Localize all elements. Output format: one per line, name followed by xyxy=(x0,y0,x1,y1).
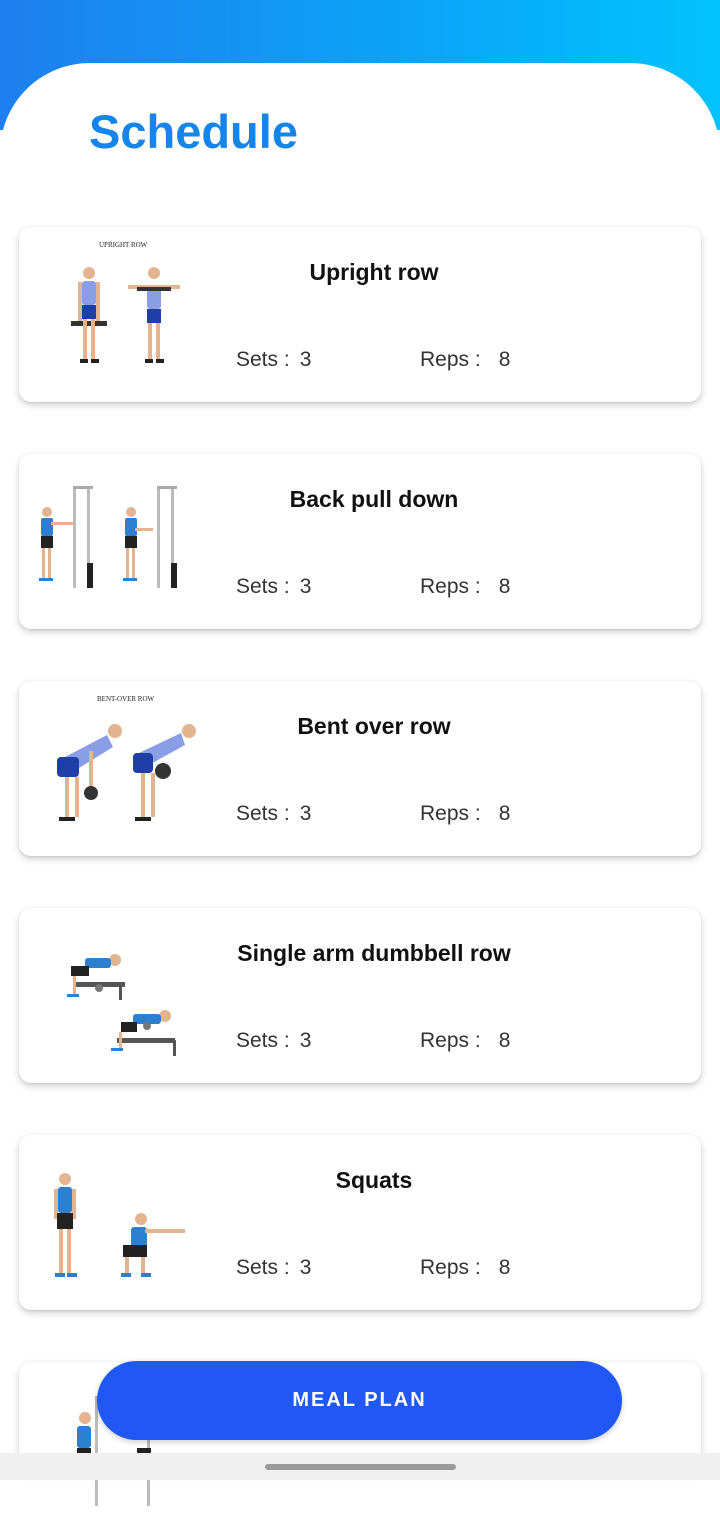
back-pull-down-illustration xyxy=(39,486,177,588)
exercise-title: Single arm dumbbell row xyxy=(237,940,511,966)
exercise-card-single-arm-dumbbell-row[interactable]: Single arm dumbbell row Sets :3 Reps :8 xyxy=(19,908,701,1083)
exercise-card-back-pull-down[interactable]: Back pull down Sets :3 Reps :8 xyxy=(19,454,701,629)
home-gesture-handle[interactable] xyxy=(265,1464,456,1470)
reps-info: Reps :8 xyxy=(420,1029,511,1052)
exercise-card-bent-over-row[interactable]: BENT-OVER ROW Bent over row Sets :3 Reps… xyxy=(19,681,701,856)
reps-info: Reps :8 xyxy=(420,348,511,371)
svg-text:BENT-OVER ROW: BENT-OVER ROW xyxy=(97,695,154,703)
exercise-title: Bent over row xyxy=(297,713,451,739)
sets-info: Sets :3 xyxy=(236,348,312,371)
sets-info: Sets :3 xyxy=(236,1029,312,1052)
exercise-title: Squats xyxy=(335,1167,413,1193)
sets-info: Sets :3 xyxy=(236,802,312,825)
single-arm-dumbbell-row-illustration xyxy=(67,954,176,1056)
exercise-card-squats[interactable]: Squats Sets :3 Reps :8 xyxy=(19,1135,701,1310)
reps-info: Reps :8 xyxy=(420,575,511,598)
exercise-title: Upright row xyxy=(309,259,439,285)
bent-over-row-illustration: BENT-OVER ROW xyxy=(57,695,196,821)
system-navigation-bar xyxy=(0,1453,720,1480)
page-title: Schedule xyxy=(89,105,298,158)
meal-plan-button[interactable]: MEAL PLAN xyxy=(97,1361,622,1440)
squats-illustration xyxy=(54,1173,185,1277)
reps-info: Reps :8 xyxy=(420,802,511,825)
reps-info: Reps :8 xyxy=(420,1256,511,1279)
svg-text:UPRIGHT ROW: UPRIGHT ROW xyxy=(99,241,148,249)
upright-row-illustration: UPRIGHT ROW xyxy=(71,241,180,363)
sets-info: Sets :3 xyxy=(236,1256,312,1279)
exercise-card-upright-row[interactable]: UPRIGHT ROW Upright row Sets :3 Reps :8 xyxy=(19,227,701,402)
sets-info: Sets :3 xyxy=(236,575,312,598)
exercise-title: Back pull down xyxy=(289,486,459,512)
